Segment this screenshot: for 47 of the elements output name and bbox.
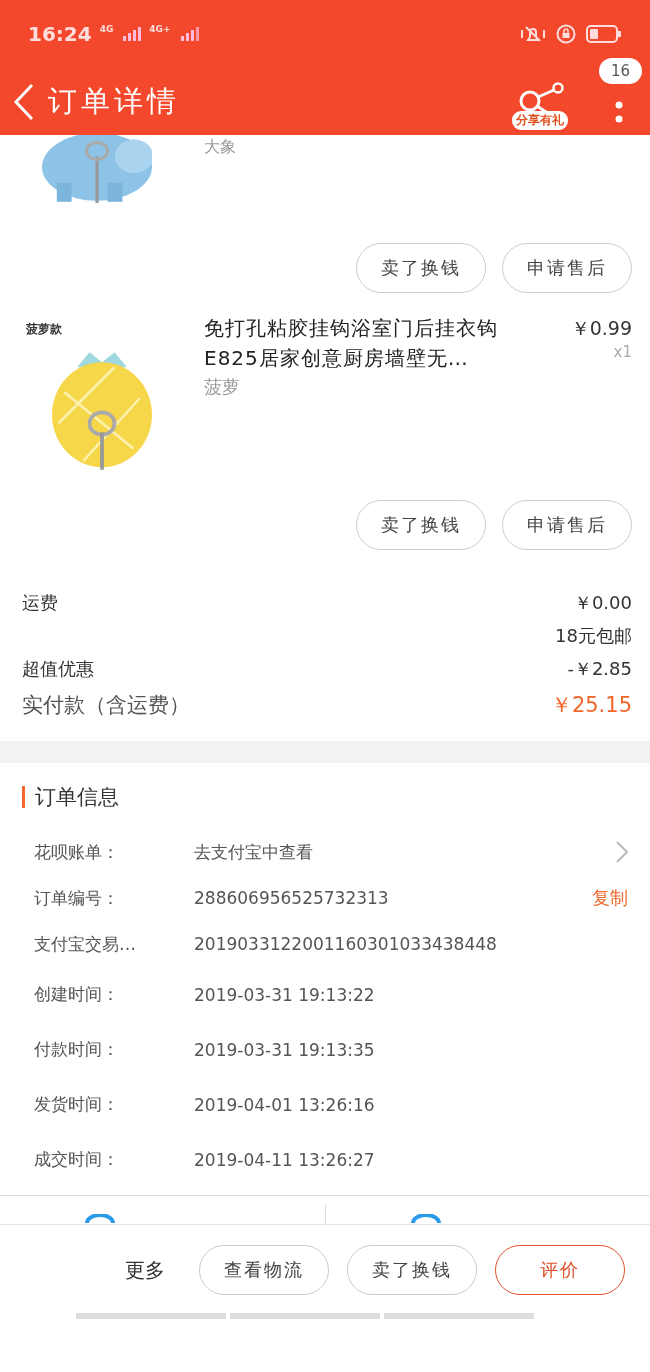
info-value[interactable]: 去支付宝中查看 xyxy=(194,840,616,864)
info-label: 支付宝交易… xyxy=(34,932,137,956)
battery-icon xyxy=(586,25,622,43)
notification-badge: 16 xyxy=(598,57,642,84)
info-value: 2019033122001160301033438448 xyxy=(194,934,498,954)
info-label: 成交时间： xyxy=(34,1148,120,1171)
more-link[interactable]: 更多 xyxy=(125,1256,165,1284)
info-value: 2019-03-31 19:13:35 xyxy=(194,1039,376,1060)
info-value: 288606956525732313 xyxy=(194,888,390,908)
action-button[interactable]: 卖了换钱 xyxy=(356,500,486,550)
info-value: 2019-04-11 13:26:27 xyxy=(194,1149,376,1170)
fee-value: ￥25.15 xyxy=(550,692,632,719)
info-label: 付款时间： xyxy=(34,1038,120,1061)
clock: 16:24 xyxy=(28,22,92,46)
product-variant: 大象 xyxy=(204,137,237,158)
back-icon[interactable] xyxy=(12,81,36,122)
section-title: 订单信息 xyxy=(35,784,119,811)
product-variant: 菠萝 xyxy=(204,375,241,399)
info-value: 2019-03-31 19:13:22 xyxy=(194,984,376,1005)
share-button[interactable]: 分享有礼 xyxy=(512,81,568,130)
fee-value: -￥2.85 xyxy=(567,657,632,681)
action-button[interactable]: 申请售后 xyxy=(502,500,632,550)
vibrate-icon xyxy=(520,24,546,44)
action-button[interactable]: 申请售后 xyxy=(502,243,632,293)
signal-label: 4G xyxy=(99,24,114,34)
action-button[interactable]: 查看物流 xyxy=(199,1245,329,1295)
info-label: 发货时间： xyxy=(34,1093,120,1116)
info-label: 花呗账单： xyxy=(34,840,120,864)
fee-note: 18元包邮 xyxy=(555,624,632,648)
fee-value: ￥0.00 xyxy=(573,591,632,615)
fee-label: 超值优惠 xyxy=(22,657,94,681)
action-button[interactable]: 卖了换钱 xyxy=(356,243,486,293)
product-title[interactable]: 免打孔粘胶挂钩浴室门后挂衣钩E825居家创意厨房墙壁无… xyxy=(204,313,550,373)
fee-label: 实付款（含运费） xyxy=(22,692,190,719)
signal-label: 4G+ xyxy=(149,24,171,34)
action-button[interactable]: 卖了换钱 xyxy=(347,1245,477,1295)
info-label: 创建时间： xyxy=(34,983,120,1006)
info-label: 订单编号： xyxy=(34,886,120,910)
picture-caption: 菠萝款 xyxy=(26,321,63,338)
product-quantity: x1 xyxy=(613,343,632,361)
info-value: 2019-04-01 13:26:16 xyxy=(194,1094,376,1115)
product-price: ￥0.99 xyxy=(570,316,632,341)
chevron-right-icon[interactable] xyxy=(616,841,628,863)
page-title: 订单详情 xyxy=(48,82,180,120)
lock-icon xyxy=(556,24,576,44)
action-button[interactable]: 评价 xyxy=(495,1245,625,1295)
fee-label: 运费 xyxy=(22,591,58,615)
